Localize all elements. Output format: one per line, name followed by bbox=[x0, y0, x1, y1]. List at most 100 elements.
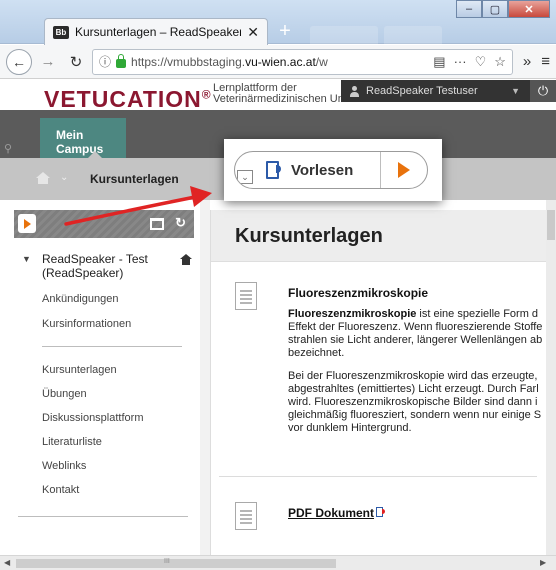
readspeaker-play-button[interactable] bbox=[18, 214, 36, 233]
reader-icon[interactable]: ▤ bbox=[433, 54, 445, 70]
menu-icon[interactable]: ≡ bbox=[541, 53, 550, 70]
info-icon[interactable]: ⓘ bbox=[99, 53, 111, 70]
content-title-bar: Kursunterlagen bbox=[211, 210, 547, 262]
url-tools: ▤ ··· ♡ ☆ bbox=[433, 54, 506, 70]
maximize-button[interactable]: ▢ bbox=[482, 0, 508, 18]
browser-titlebar: Bb Kursunterlagen – ReadSpeaker ✕ + – ▢ … bbox=[0, 0, 556, 45]
registered-mark: ® bbox=[201, 87, 212, 102]
scroll-right-arrow[interactable]: ▶ bbox=[540, 558, 546, 567]
minimize-button[interactable]: – bbox=[456, 0, 482, 18]
scroll-left-arrow[interactable]: ◀ bbox=[4, 558, 10, 567]
sidebar-item-kursinformationen[interactable]: Kursinformationen bbox=[42, 318, 131, 330]
play-button[interactable] bbox=[381, 152, 427, 188]
tab-close-icon[interactable]: ✕ bbox=[247, 24, 259, 41]
user-icon bbox=[349, 85, 360, 97]
course-title-line: (ReadSpeaker) bbox=[42, 266, 124, 280]
tab-mein-campus[interactable]: Mein Campus bbox=[40, 118, 126, 158]
url-bar[interactable]: ⓘ https://vmubbstaging.vu-wien.ac.at/w ▤… bbox=[92, 48, 513, 75]
home-icon[interactable] bbox=[36, 172, 50, 184]
reload-button[interactable]: ↻ bbox=[64, 50, 88, 74]
chevron-down-icon: ⌄ bbox=[237, 170, 253, 184]
blackboard-favicon-icon: Bb bbox=[53, 25, 69, 39]
readspeaker-icon[interactable] bbox=[376, 507, 386, 518]
item-title-fluoreszenzmikroskopie[interactable]: Fluoreszenzmikroskopie bbox=[288, 286, 428, 300]
readspeaker-widget: ⌄ Vorlesen bbox=[234, 151, 428, 189]
link-icon[interactable]: ⚲ bbox=[4, 142, 16, 155]
document-icon bbox=[235, 282, 257, 310]
scrollbar-thumb[interactable] bbox=[547, 210, 555, 240]
url-domain: vu-wien.ac.at bbox=[245, 54, 316, 69]
vertical-scrollbar[interactable] bbox=[546, 200, 556, 555]
course-title[interactable]: ▼ ReadSpeaker - Test (ReadSpeaker) bbox=[22, 252, 192, 280]
user-name: ReadSpeaker Testuser bbox=[366, 85, 478, 97]
reload-icon: ↻ bbox=[69, 53, 83, 71]
browser-tab-active[interactable]: Bb Kursunterlagen – ReadSpeaker ✕ bbox=[44, 18, 268, 45]
lock-icon[interactable] bbox=[116, 53, 127, 68]
sidebar-item-weblinks[interactable]: Weblinks bbox=[42, 460, 86, 472]
scrollbar-grip: III bbox=[164, 558, 170, 565]
chevron-down-icon[interactable]: ▼ bbox=[511, 86, 524, 96]
background-tab[interactable] bbox=[310, 26, 378, 44]
sidebar-item-literaturliste[interactable]: Literaturliste bbox=[42, 436, 102, 448]
item-text-line: abgestrahltes (emittiertes) Licht erzeug… bbox=[288, 383, 539, 395]
more-icon[interactable]: ··· bbox=[454, 54, 467, 70]
red-arrow-annotation bbox=[64, 186, 212, 226]
item-text-fragment: ist eine spezielle Form d bbox=[416, 308, 539, 320]
menu-divider bbox=[18, 516, 188, 517]
sidebar-item-kursunterlagen[interactable]: Kursunterlagen bbox=[42, 364, 117, 376]
sidebar-item-ankuendigungen[interactable]: Ankündigungen bbox=[42, 293, 118, 305]
url-text[interactable]: https://vmubbstaging.vu-wien.ac.at/w bbox=[131, 55, 428, 69]
sidebar-item-uebungen[interactable]: Übungen bbox=[42, 388, 87, 400]
background-tab[interactable] bbox=[384, 26, 442, 44]
toolbar-right: » ≡ bbox=[517, 53, 550, 70]
tab-title: Kursunterlagen – ReadSpeaker bbox=[75, 25, 242, 39]
url-suffix: /w bbox=[315, 54, 328, 69]
user-menu[interactable]: ReadSpeaker Testuser ▼ ⏻ bbox=[341, 80, 556, 102]
overflow-icon[interactable]: » bbox=[523, 53, 531, 70]
new-tab-button[interactable]: + bbox=[272, 18, 298, 44]
page-title: Kursunterlagen bbox=[235, 225, 383, 247]
course-sidebar: ↻ ▼ ReadSpeaker - Test (ReadSpeaker) Ank… bbox=[0, 200, 200, 555]
item-text-line: Fluoreszenzmikroskopie ist eine speziell… bbox=[288, 308, 550, 321]
pdf-link[interactable]: PDF Dokument bbox=[288, 506, 374, 520]
play-icon bbox=[23, 218, 31, 229]
item-text-line: Effekt der Fluoreszenz. Wenn fluoreszier… bbox=[288, 321, 543, 333]
content-panel: Kursunterlagen Fluoreszenzmikroskopie Fl… bbox=[210, 210, 547, 555]
browser-navbar: ← → ↻ ⓘ https://vmubbstaging.vu-wien.ac.… bbox=[0, 45, 556, 79]
play-icon bbox=[398, 162, 410, 178]
forward-icon: → bbox=[40, 53, 56, 70]
logout-icon[interactable]: ⏻ bbox=[530, 80, 556, 102]
readspeaker-icon bbox=[265, 160, 285, 180]
item-text-line: wird. Fluoreszenzmikroskopische Bilder s… bbox=[288, 396, 538, 408]
back-icon: ← bbox=[12, 53, 26, 70]
forward-button[interactable]: → bbox=[36, 50, 60, 74]
close-window-button[interactable]: ✕ bbox=[508, 0, 550, 18]
vetucation-logo[interactable]: VETUCATION® bbox=[44, 86, 212, 113]
course-title-text: ReadSpeaker - Test (ReadSpeaker) bbox=[42, 252, 180, 280]
back-button[interactable]: ← bbox=[6, 48, 32, 75]
item-divider bbox=[219, 476, 537, 477]
menu-divider bbox=[42, 346, 182, 347]
item-description: Fluoreszenzmikroskopie ist eine speziell… bbox=[288, 308, 550, 435]
sidebar-item-diskussionsplattform[interactable]: Diskussionsplattform bbox=[42, 412, 143, 424]
horizontal-scrollbar[interactable]: ◀ III ▶ bbox=[0, 555, 556, 570]
item-title-pdf-dokument[interactable]: PDF Dokument bbox=[288, 506, 386, 520]
pocket-icon[interactable]: ♡ bbox=[475, 54, 487, 70]
readspeaker-expand-button[interactable]: ⌄ bbox=[235, 152, 255, 188]
sidebar-item-kontakt[interactable]: Kontakt bbox=[42, 484, 79, 496]
read-label: Vorlesen bbox=[291, 161, 354, 179]
document-icon bbox=[235, 502, 257, 530]
window-controls: – ▢ ✕ bbox=[456, 0, 550, 18]
item-text-line: strahlen sie Licht anderer, längerer Wel… bbox=[288, 334, 543, 346]
chevron-down-icon[interactable]: ▼ bbox=[22, 252, 42, 280]
page-header: VETUCATION® Lernplattform der Veterinärm… bbox=[0, 80, 556, 113]
item-text-line: Bei der Fluoreszenzmikroskopie wird das … bbox=[288, 370, 538, 382]
item-text-line: gleichmäßig fluoresziert, sondern wenn n… bbox=[288, 409, 542, 421]
item-text-line: bezeichnet. bbox=[288, 347, 345, 359]
home-icon[interactable] bbox=[180, 254, 192, 265]
scrollbar-thumb[interactable] bbox=[16, 559, 336, 568]
readspeaker-callout: ⌄ Vorlesen bbox=[224, 139, 442, 201]
readspeaker-read-button[interactable]: Vorlesen bbox=[255, 152, 381, 188]
bookmark-icon[interactable]: ☆ bbox=[494, 54, 506, 70]
